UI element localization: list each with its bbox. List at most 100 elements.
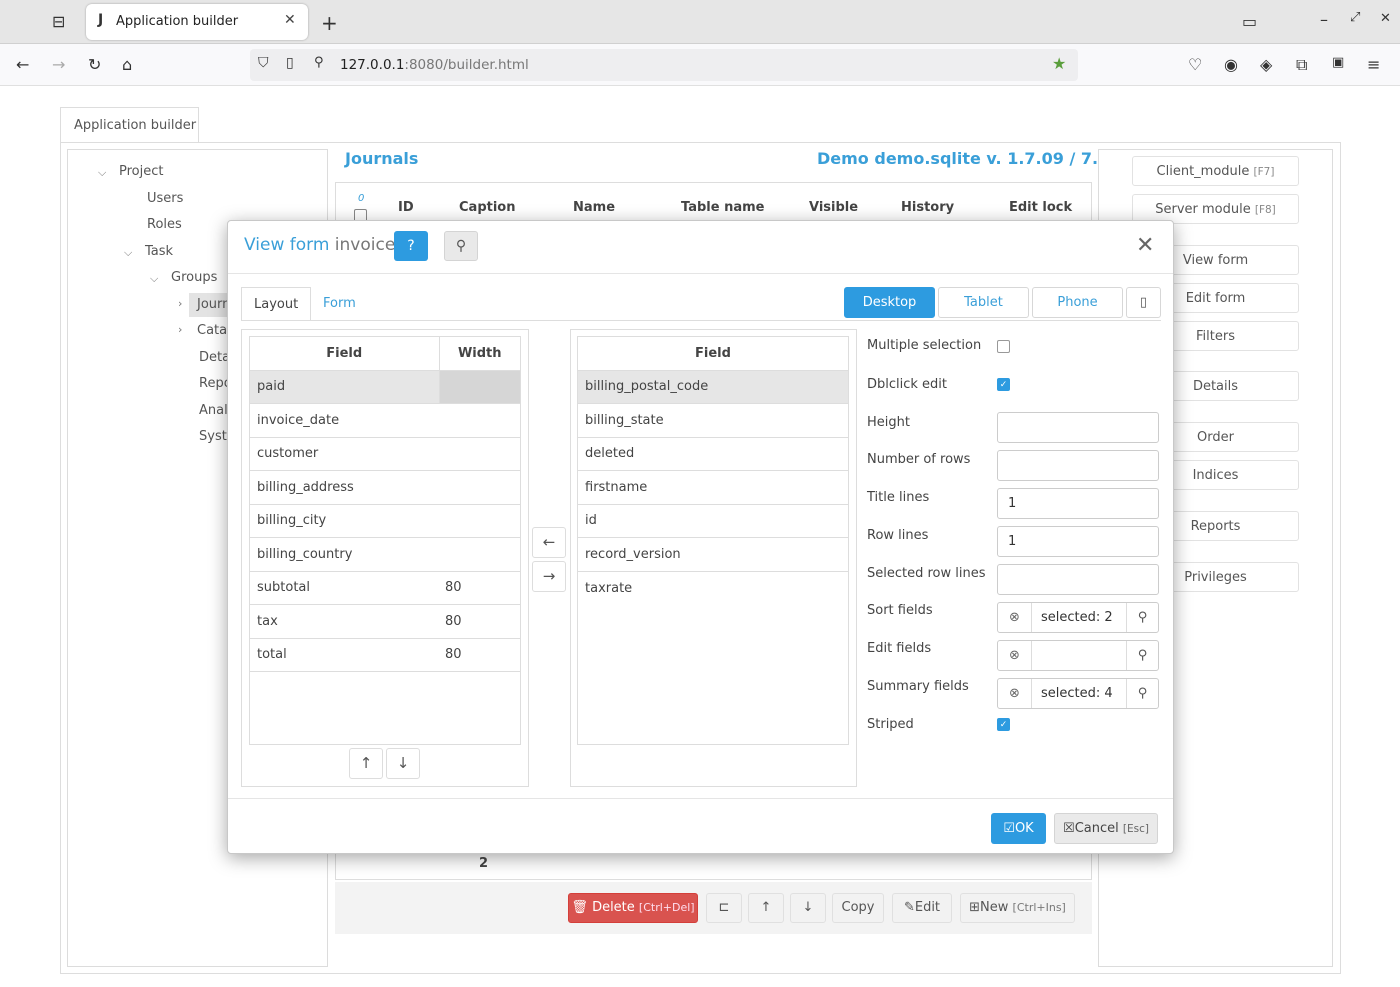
table-row[interactable]: record_version: [578, 537, 848, 572]
table-row[interactable]: subtotal 80: [250, 571, 520, 605]
tab-layout[interactable]: Layout: [241, 287, 312, 321]
forward-icon[interactable]: →: [52, 55, 65, 74]
back-icon[interactable]: ←: [16, 55, 29, 74]
new-tab-icon[interactable]: +: [321, 11, 338, 35]
search-icon[interactable]: ⚲: [1126, 641, 1158, 670]
width-cell[interactable]: [439, 537, 520, 572]
multiple-selection-checkbox[interactable]: [997, 340, 1010, 353]
col-width[interactable]: Width: [439, 337, 520, 371]
url-bar[interactable]: ⛉ ▯ ⚲ 127.0.0.1:8080/builder.html ★: [250, 49, 1078, 81]
window-close-icon[interactable]: ✕: [1380, 11, 1391, 26]
table-row[interactable]: deleted: [578, 437, 848, 471]
move-down-button[interactable]: ↓: [790, 893, 826, 923]
col-caption[interactable]: Caption: [459, 200, 515, 215]
col-edit-lock[interactable]: Edit lock: [1009, 200, 1072, 215]
browser-tab[interactable]: J Application builder ✕: [86, 4, 308, 40]
window-icon[interactable]: ▭: [1242, 12, 1257, 31]
tree-item-users[interactable]: Users: [147, 191, 183, 206]
chevron-down-icon[interactable]: ⌵: [124, 246, 132, 260]
chevron-right-icon[interactable]: ›: [178, 297, 182, 310]
table-row[interactable]: tax 80: [250, 604, 520, 639]
width-cell[interactable]: 80: [439, 638, 520, 672]
tab-form[interactable]: Form: [311, 287, 368, 321]
help-button[interactable]: ?: [394, 231, 428, 261]
selenium-icon[interactable]: ▣: [1332, 55, 1344, 70]
title-lines-input[interactable]: 1: [997, 488, 1159, 519]
clear-icon[interactable]: ⊗: [998, 679, 1032, 708]
table-row[interactable]: billing_country: [250, 537, 520, 572]
dblclick-edit-checkbox[interactable]: ✓: [997, 378, 1010, 391]
folder-button[interactable]: ⊏: [706, 893, 742, 923]
tree-item-details[interactable]: Deta: [199, 350, 230, 365]
table-row[interactable]: billing_state: [578, 403, 848, 438]
phone-button[interactable]: Phone: [1032, 287, 1123, 318]
edit-fields-value[interactable]: [1032, 641, 1126, 670]
extension-badge-icon[interactable]: ◈: [1260, 55, 1272, 74]
table-row[interactable]: firstname: [578, 470, 848, 505]
app-builder-tab[interactable]: Application builder: [60, 107, 199, 143]
permissions-icon[interactable]: ⚲: [314, 55, 324, 70]
col-name[interactable]: Name: [573, 200, 615, 215]
bookmark-star-icon[interactable]: ★: [1052, 54, 1066, 73]
col-field[interactable]: Field: [250, 337, 440, 371]
width-cell[interactable]: 80: [439, 571, 520, 605]
width-cell[interactable]: 80: [439, 604, 520, 639]
sort-fields-value[interactable]: selected: 2: [1032, 603, 1126, 632]
tablet-button[interactable]: Tablet: [938, 287, 1029, 318]
move-field-up-button[interactable]: ↑: [349, 748, 383, 779]
table-row[interactable]: paid: [250, 370, 520, 404]
edit-button[interactable]: ✎Edit: [892, 893, 952, 923]
tree-item-catalogs[interactable]: Catal: [197, 323, 231, 338]
shield-icon[interactable]: ⛉: [258, 55, 269, 71]
tree-item-groups[interactable]: Groups: [171, 270, 217, 285]
delete-button[interactable]: 🗑 Delete [Ctrl+Del]: [568, 893, 698, 923]
tree-item-project[interactable]: Project: [119, 164, 163, 179]
table-row[interactable]: id: [578, 504, 848, 538]
col-table-name[interactable]: Table name: [681, 200, 764, 215]
tree-item-analytics[interactable]: Anal: [199, 403, 228, 418]
move-field-down-button[interactable]: ↓: [386, 748, 420, 779]
client-module-button[interactable]: Client_module [F7]: [1132, 156, 1299, 186]
new-button[interactable]: ⊞New [Ctrl+Ins]: [960, 893, 1075, 923]
table-row[interactable]: taxrate: [578, 571, 848, 605]
col-id[interactable]: ID: [398, 200, 414, 215]
col-history[interactable]: History: [901, 200, 954, 215]
selected-row-lines-input[interactable]: [997, 564, 1159, 595]
menu-icon[interactable]: ≡: [1367, 55, 1380, 74]
chevron-down-icon[interactable]: ⌵: [150, 272, 158, 286]
width-cell[interactable]: [439, 470, 520, 505]
copy-button[interactable]: Copy: [832, 893, 884, 923]
number-of-rows-input[interactable]: [997, 450, 1159, 481]
mobile-preview-button[interactable]: ▯: [1126, 287, 1161, 318]
col-field[interactable]: Field: [578, 337, 848, 371]
search-icon[interactable]: ⚲: [1126, 679, 1158, 708]
add-field-button[interactable]: ←: [532, 527, 566, 558]
tab-overview-icon[interactable]: ⊟: [52, 12, 65, 31]
summary-fields-value[interactable]: selected: 4: [1032, 679, 1126, 708]
tree-item-roles[interactable]: Roles: [147, 217, 182, 232]
table-row[interactable]: customer: [250, 437, 520, 471]
height-input[interactable]: [997, 412, 1159, 443]
search-icon[interactable]: ⚲: [1126, 603, 1158, 632]
table-row[interactable]: billing_address: [250, 470, 520, 505]
tree-item-journals[interactable]: Journ: [197, 297, 230, 312]
maximize-icon[interactable]: ⤢: [1350, 10, 1360, 25]
table-row[interactable]: invoice_date: [250, 403, 520, 438]
chevron-down-icon[interactable]: ⌵: [98, 166, 106, 180]
close-icon[interactable]: ✕: [1136, 233, 1154, 258]
tree-item-task[interactable]: Task: [145, 244, 173, 259]
account-icon[interactable]: ◉: [1224, 55, 1238, 74]
tab-close-icon[interactable]: ✕: [284, 12, 296, 28]
width-cell[interactable]: [438, 370, 520, 404]
width-cell[interactable]: [439, 504, 520, 538]
chevron-right-icon[interactable]: ›: [178, 323, 182, 336]
cancel-button[interactable]: ☒Cancel [Esc]: [1054, 813, 1158, 844]
width-cell[interactable]: [439, 403, 520, 438]
ok-button[interactable]: ☑OK: [991, 813, 1046, 844]
extensions-icon[interactable]: ⧉: [1296, 55, 1307, 75]
reload-icon[interactable]: ↻: [88, 55, 101, 74]
search-button[interactable]: ⚲: [444, 231, 478, 261]
width-cell[interactable]: [439, 437, 520, 471]
table-row[interactable]: total 80: [250, 638, 520, 672]
table-row[interactable]: billing_postal_code: [578, 370, 848, 404]
